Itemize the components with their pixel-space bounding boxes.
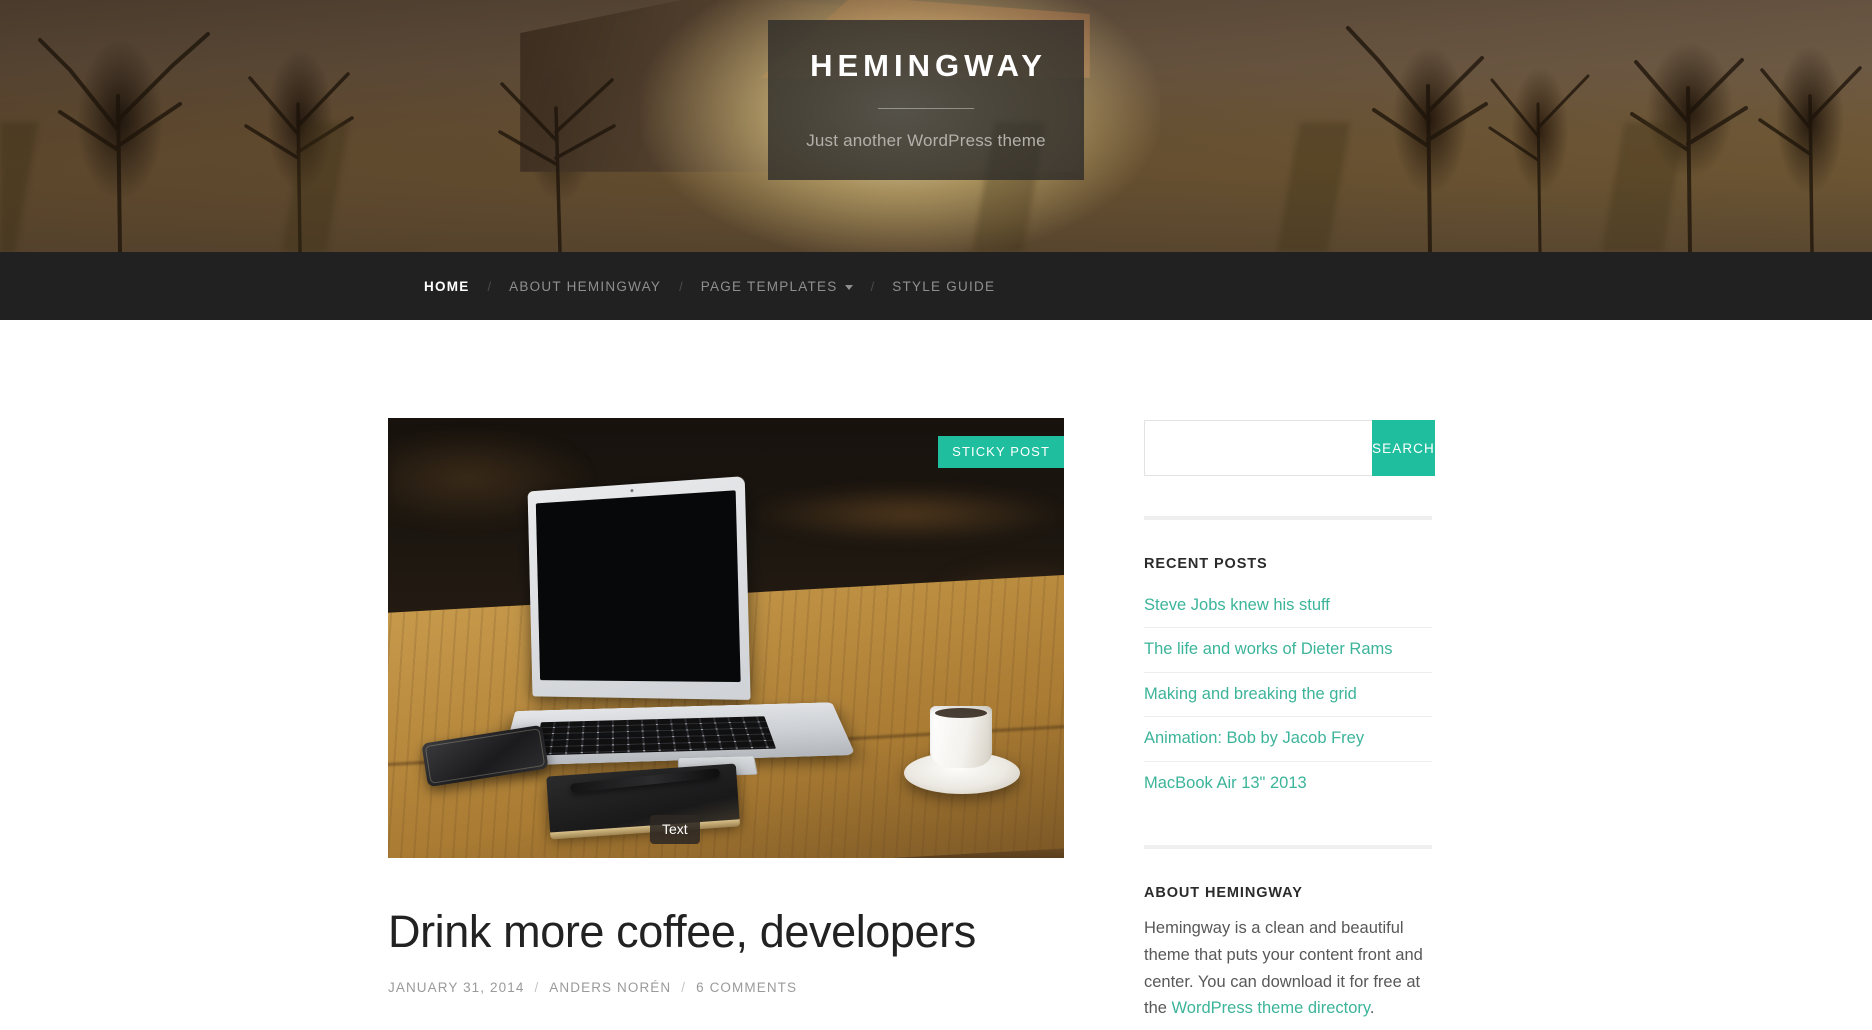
list-item: Steve Jobs knew his stuff	[1144, 584, 1432, 629]
recent-post-link[interactable]: Animation: Bob by Jacob Frey	[1144, 717, 1432, 760]
recent-post-link[interactable]: MacBook Air 13" 2013	[1144, 762, 1432, 805]
nav-item-page-templates[interactable]: PAGE TEMPLATES	[701, 279, 853, 294]
nav-item-about-hemingway-label: ABOUT HEMINGWAY	[509, 278, 662, 294]
primary-navigation: HOME / ABOUT HEMINGWAY / PAGE TEMPLATES …	[0, 252, 1872, 320]
chevron-down-icon[interactable]	[844, 284, 853, 290]
nav-items-container: HOME / ABOUT HEMINGWAY / PAGE TEMPLATES …	[424, 279, 995, 294]
list-item: The life and works of Dieter Rams	[1144, 628, 1432, 673]
recent-posts-widget: RECENT POSTS Steve Jobs knew his stuff T…	[1144, 556, 1432, 805]
recent-post-link[interactable]: Making and breaking the grid	[1144, 673, 1432, 716]
post-date: JANUARY 31, 2014	[388, 980, 525, 996]
nav-item-home[interactable]: HOME	[424, 279, 470, 294]
nav-item-home-label: HOME	[424, 278, 470, 294]
list-item: MacBook Air 13" 2013	[1144, 762, 1432, 805]
search-input[interactable]	[1144, 420, 1372, 476]
recent-post-link[interactable]: The life and works of Dieter Rams	[1144, 628, 1432, 671]
recent-posts-title: RECENT POSTS	[1144, 556, 1268, 572]
list-item: Animation: Bob by Jacob Frey	[1144, 717, 1432, 762]
search-widget: SEARCH	[1144, 420, 1435, 476]
post-format-badge[interactable]: Text	[650, 815, 700, 844]
page-body: STICKY POST Text Drink more coffee, deve…	[0, 320, 1872, 1023]
nav-item-about-hemingway[interactable]: ABOUT HEMINGWAY	[509, 279, 661, 294]
nav-item-page-templates-label: PAGE TEMPLATES	[700, 278, 838, 294]
site-title: HEMINGWAY	[810, 47, 1047, 83]
laptop-camera-icon	[629, 489, 633, 493]
nav-separator: /	[487, 278, 492, 294]
about-text-after: .	[1369, 999, 1375, 1018]
coffee-cup	[930, 706, 992, 768]
sticky-post-badge: STICKY POST	[938, 436, 1064, 468]
widget-divider	[1144, 845, 1432, 850]
nav-separator: /	[679, 278, 683, 294]
about-hemingway-widget: ABOUT HEMINGWAY Hemingway is a clean and…	[1144, 885, 1432, 1022]
post-comments-link[interactable]: 6 COMMENTS	[696, 980, 797, 995]
title-divider-rule	[878, 107, 974, 109]
widget-divider	[1144, 516, 1432, 520]
nav-item-style-guide[interactable]: STYLE GUIDE	[892, 279, 995, 294]
sidebar: SEARCH RECENT POSTS Steve Jobs knew his …	[1144, 418, 1435, 1022]
site-tagline: Just another WordPress theme	[806, 130, 1046, 150]
about-widget-text: Hemingway is a clean and beautiful theme…	[1144, 915, 1432, 1022]
nav-separator: /	[870, 278, 875, 294]
post-author[interactable]: ANDERS NORÉN	[549, 980, 671, 995]
post-meta: JANUARY 31, 2014 / ANDERS NORÉN / 6 COMM…	[388, 980, 1064, 995]
list-item: Making and breaking the grid	[1144, 673, 1432, 718]
laptop-screen	[527, 476, 751, 700]
post-meta-separator: /	[534, 980, 540, 996]
content-wrapper: STICKY POST Text Drink more coffee, deve…	[388, 418, 1484, 1022]
recent-posts-list: Steve Jobs knew his stuff The life and w…	[1144, 584, 1432, 805]
search-button[interactable]: SEARCH	[1372, 420, 1435, 476]
recent-post-link[interactable]: Steve Jobs knew his stuff	[1144, 584, 1432, 627]
main-content-column: STICKY POST Text Drink more coffee, deve…	[388, 418, 1064, 1022]
nav-item-style-guide-label: STYLE GUIDE	[892, 278, 996, 294]
about-widget-title: ABOUT HEMINGWAY	[1144, 885, 1303, 902]
post-featured-image[interactable]: STICKY POST Text	[388, 418, 1064, 858]
post-meta-separator: /	[681, 980, 687, 996]
post-title[interactable]: Drink more coffee, developers	[388, 906, 1064, 957]
site-branding-box: HEMINGWAY Just another WordPress theme	[768, 20, 1084, 180]
site-header-hero: HEMINGWAY Just another WordPress theme	[0, 0, 1872, 252]
wordpress-theme-directory-link[interactable]: WordPress theme directory	[1172, 999, 1370, 1017]
